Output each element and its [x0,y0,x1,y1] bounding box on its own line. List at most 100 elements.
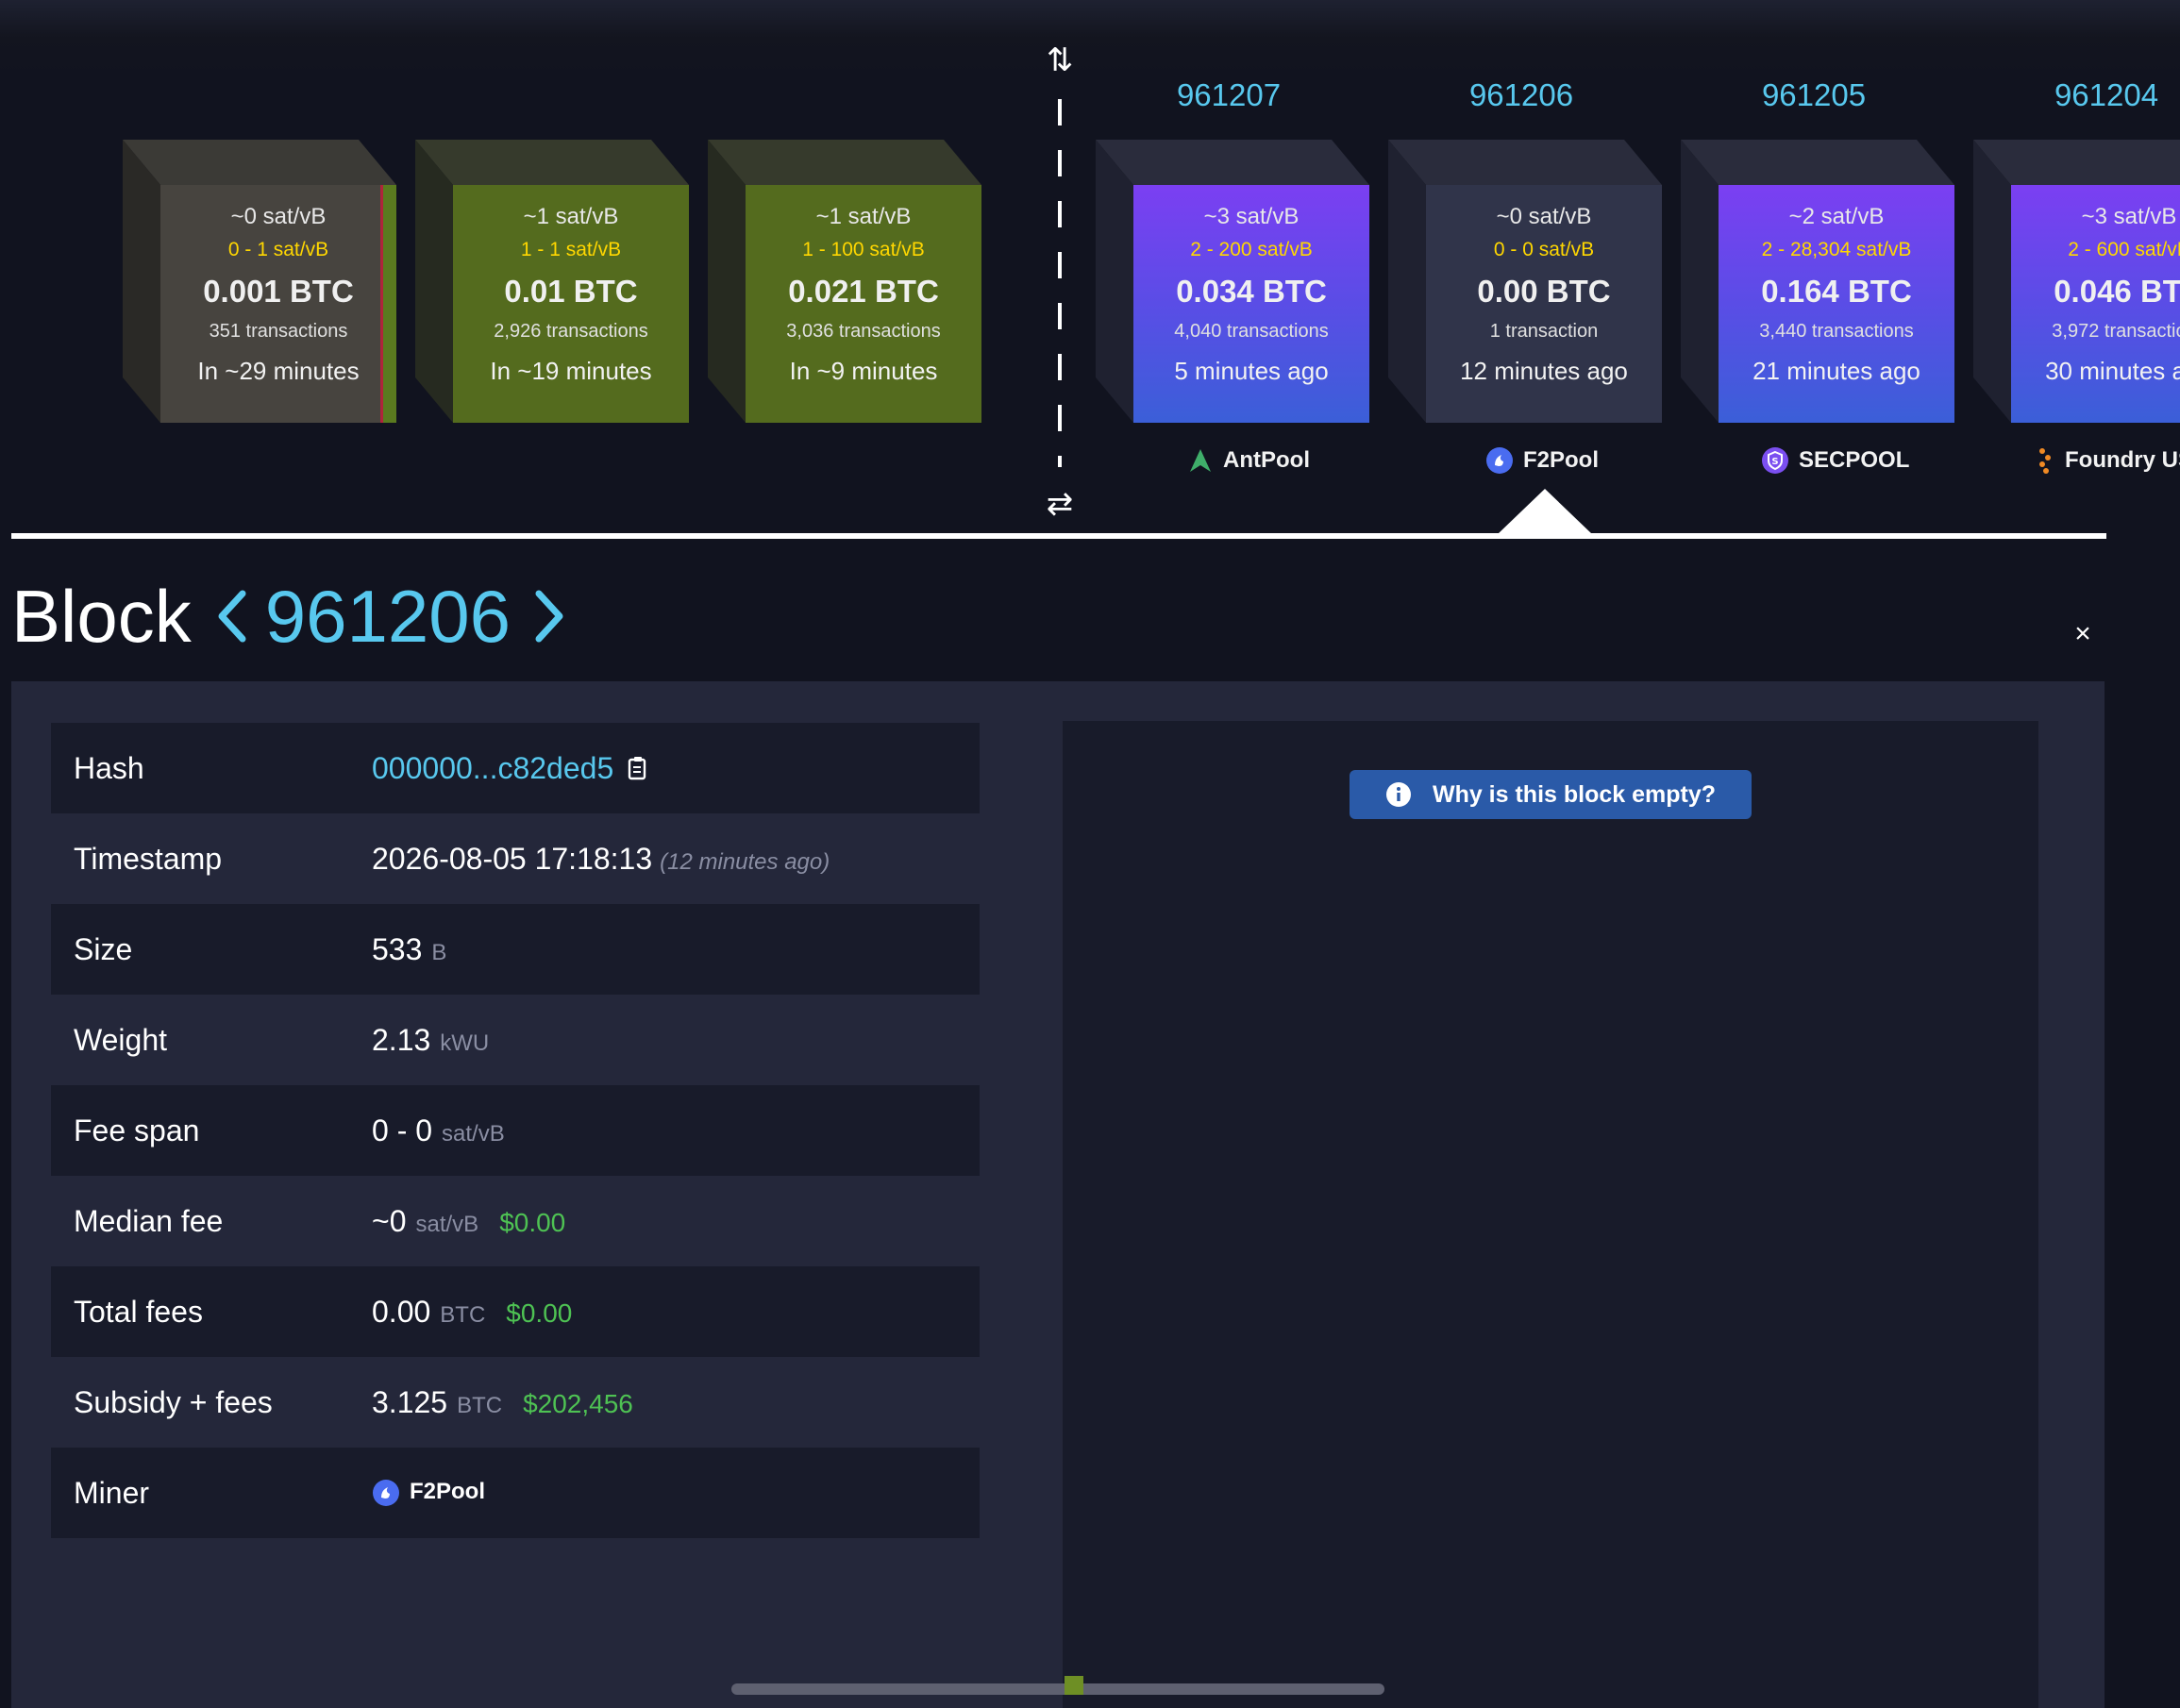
row-label: Timestamp [74,841,223,876]
f2pool-logo-icon [372,1479,400,1507]
block-median-fee: ~0 sat/vB [1496,204,1592,229]
block-total-fees: 0.046 BTC [2054,274,2180,309]
scrollbar-thumb[interactable] [1065,1676,1083,1695]
row-value[interactable]: F2Pool [372,1479,485,1507]
pool-name: SECPOOL [1799,447,1910,473]
block-hash-link[interactable]: 000000...c82ded5 [372,751,613,786]
block-top-face [123,140,396,185]
horizontal-scrollbar[interactable] [731,1683,1384,1695]
selected-block-pointer [1498,489,1592,534]
block-time-ago: 12 minutes ago [1460,357,1628,385]
block-fill-bar [383,185,396,423]
mempool-block-2[interactable]: ~1 sat/vB 1 - 100 sat/vB 0.021 BTC 3,036… [708,140,981,423]
block-time-ago: 5 minutes ago [1174,357,1329,385]
block-fee-span: 2 - 28,304 sat/vB [1761,239,1912,260]
svg-text:S: S [1771,457,1778,467]
block-total-fees: 0.034 BTC [1176,274,1327,309]
block-tx-count: 351 transactions [209,321,348,342]
table-row-hash: Hash 000000...c82ded5 [51,723,980,813]
block-side-face [708,140,746,423]
size-unit: B [431,939,447,965]
block-front-face: ~3 sat/vB 2 - 600 sat/vB 0.046 BTC 3,972… [2011,185,2180,423]
antpool-logo-icon [1187,447,1214,474]
pool-name: F2Pool [1523,447,1600,473]
row-value: ~0 sat/vB $0.00 [372,1204,565,1239]
pool-label-antpool[interactable]: AntPool [1187,444,1310,477]
block-height-link[interactable]: 961204 [1988,77,2180,113]
row-value: 2.13 kWU [372,1023,489,1058]
subsidy-usd: $202,456 [523,1388,633,1418]
close-icon[interactable]: × [2069,617,2097,651]
block-side-face [1388,140,1426,423]
blockchain-strip: ~0 sat/vB 0 - 1 sat/vB 0.001 BTC 351 tra… [0,0,2180,543]
block-total-fees: 0.164 BTC [1761,274,1912,309]
block-total-fees: 0.021 BTC [788,274,939,309]
miner-name[interactable]: F2Pool [410,1479,485,1505]
pool-label-secpool[interactable]: S SECPOOL [1761,444,1909,477]
copy-icon[interactable] [627,755,649,781]
mempool-block-0[interactable]: ~0 sat/vB 0 - 1 sat/vB 0.001 BTC 351 tra… [123,140,396,423]
pool-label-foundry[interactable]: Foundry USA [2037,444,2180,477]
table-row-miner: Miner F2Pool [51,1448,980,1538]
swap-horizontal-icon[interactable]: ⇄ [1046,487,1074,521]
block-side-face [1681,140,1719,423]
block-top-face [708,140,981,185]
block-front-face: ~1 sat/vB 1 - 100 sat/vB 0.021 BTC 3,036… [746,185,981,423]
block-fee-span: 2 - 200 sat/vB [1190,239,1313,260]
table-row-weight: Weight 2.13 kWU [51,995,980,1085]
block-tx-count: 3,972 transactions [2052,321,2180,342]
block-tx-count: 1 transaction [1489,321,1599,342]
mined-block-1[interactable]: ~0 sat/vB 0 - 0 sat/vB 0.00 BTC 1 transa… [1388,140,1662,423]
block-height-link[interactable]: 961206 [1403,77,1639,113]
median-fee-usd: $0.00 [499,1207,566,1237]
block-side-face [415,140,453,423]
block-height-link[interactable]: 961207 [1111,77,1347,113]
mined-block-3[interactable]: ~3 sat/vB 2 - 600 sat/vB 0.046 BTC 3,972… [1973,140,2180,423]
block-tx-count: 4,040 transactions [1174,321,1329,342]
info-icon [1385,781,1412,808]
block-median-fee: ~1 sat/vB [815,204,912,229]
block-title-row: Block 961206 [11,574,584,659]
block-eta: In ~9 minutes [789,357,938,385]
pool-label-f2pool[interactable]: F2Pool [1485,444,1599,477]
row-value: 3.125 BTC $202,456 [372,1385,633,1420]
block-median-fee: ~1 sat/vB [523,204,619,229]
block-fee-span: 2 - 600 sat/vB [2068,239,2180,260]
row-label: Median fee [74,1203,224,1238]
table-row-timestamp: Timestamp 2026-08-05 17:18:13 (12 minute… [51,813,980,904]
block-front-face: ~0 sat/vB 0 - 1 sat/vB 0.001 BTC 351 tra… [160,185,396,423]
block-tx-count: 3,036 transactions [786,321,941,342]
table-row-total-fees: Total fees 0.00 BTC $0.00 [51,1266,980,1357]
mined-block-0[interactable]: ~3 sat/vB 2 - 200 sat/vB 0.034 BTC 4,040… [1096,140,1369,423]
block-front-face: ~1 sat/vB 1 - 1 sat/vB 0.01 BTC 2,926 tr… [453,185,689,423]
block-details-panel: Hash 000000...c82ded5 Timestamp 2026-08-… [11,681,2105,1708]
why-empty-button[interactable]: Why is this block empty? [1350,770,1752,819]
chevron-left-icon[interactable] [214,588,248,645]
block-side-face [1973,140,2011,423]
block-median-fee: ~0 sat/vB [230,204,327,229]
block-front-face: ~3 sat/vB 2 - 200 sat/vB 0.034 BTC 4,040… [1133,185,1369,423]
row-value: 533 B [372,932,446,967]
timestamp-relative: (12 minutes ago) [660,848,830,875]
swap-vertical-icon[interactable]: ⇅ [1046,43,1074,77]
block-height-title: 961206 [264,574,511,658]
block-median-fee: ~3 sat/vB [2081,204,2177,229]
block-median-fee: ~2 sat/vB [1788,204,1885,229]
secpool-logo-icon: S [1761,446,1789,475]
total-fees-usd: $0.00 [506,1298,573,1328]
block-height-link[interactable]: 961205 [1696,77,1932,113]
pool-name: Foundry USA [2065,447,2180,473]
mined-block-2[interactable]: ~2 sat/vB 2 - 28,304 sat/vB 0.164 BTC 3,… [1681,140,1954,423]
block-top-face [415,140,689,185]
mempool-block-1[interactable]: ~1 sat/vB 1 - 1 sat/vB 0.01 BTC 2,926 tr… [415,140,689,423]
chevron-right-icon[interactable] [533,588,567,645]
row-label: Miner [74,1475,150,1510]
block-fee-span: 1 - 1 sat/vB [520,239,622,260]
block-front-face: ~2 sat/vB 2 - 28,304 sat/vB 0.164 BTC 3,… [1719,185,1954,423]
row-value: 0 - 0 sat/vB [372,1114,505,1148]
total-fees-value: 0.00 [372,1294,431,1329]
row-label: Size [74,931,133,966]
row-value: 000000...c82ded5 [372,751,649,786]
table-row-subsidy: Subsidy + fees 3.125 BTC $202,456 [51,1357,980,1448]
block-details-table: Hash 000000...c82ded5 Timestamp 2026-08-… [51,723,980,1538]
